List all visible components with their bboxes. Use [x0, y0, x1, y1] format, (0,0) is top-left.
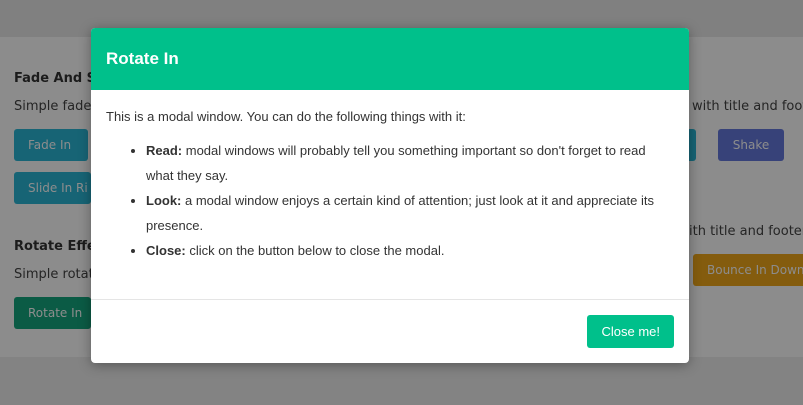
list-item: Read: modal windows will probably tell y…: [146, 138, 674, 188]
list-item-term: Close:: [146, 243, 186, 258]
modal-header: Rotate In: [91, 28, 689, 90]
modal-footer: Close me!: [91, 299, 689, 363]
list-item-text: a modal window enjoys a certain kind of …: [146, 193, 654, 233]
modal-dialog: Rotate In This is a modal window. You ca…: [91, 28, 689, 363]
modal-title: Rotate In: [106, 49, 179, 68]
modal-intro: This is a modal window. You can do the f…: [106, 109, 466, 124]
list-item: Close: click on the button below to clos…: [146, 238, 674, 263]
modal-list: Read: modal windows will probably tell y…: [106, 138, 674, 263]
close-button[interactable]: Close me!: [587, 315, 674, 348]
list-item-text: click on the button below to close the m…: [185, 243, 445, 258]
list-item-term: Read:: [146, 143, 183, 158]
list-item-term: Look:: [146, 193, 182, 208]
list-item-text: modal windows will probably tell you som…: [146, 143, 646, 183]
modal-body: This is a modal window. You can do the f…: [91, 90, 689, 263]
list-item: Look: a modal window enjoys a certain ki…: [146, 188, 674, 238]
